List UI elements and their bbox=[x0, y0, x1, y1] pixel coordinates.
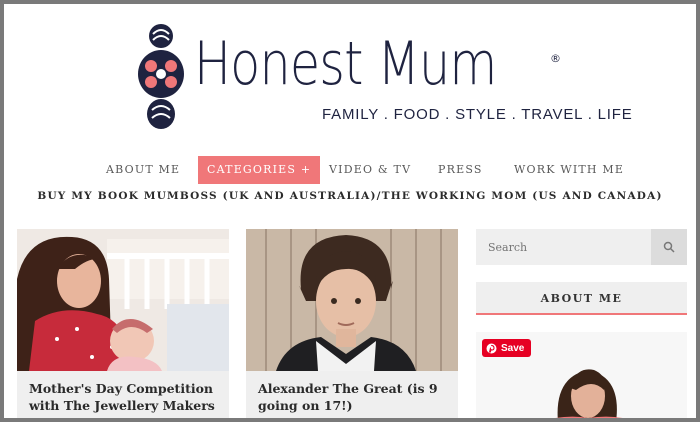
pinterest-icon bbox=[486, 343, 497, 353]
nav-item-categories[interactable]: CATEGORIES + bbox=[198, 156, 321, 184]
post-photo-mother-baby bbox=[17, 229, 229, 371]
nav-item-about-me[interactable]: ABOUT ME bbox=[106, 156, 180, 184]
post-image[interactable] bbox=[17, 229, 229, 371]
search-icon bbox=[663, 241, 675, 253]
nav-item-work-with-me[interactable]: WORK WITH ME bbox=[514, 156, 624, 184]
search-input[interactable] bbox=[476, 229, 651, 265]
post-title-box: Alexander The Great (is 9 going on 17!) bbox=[246, 371, 458, 418]
search-button[interactable] bbox=[651, 229, 687, 265]
site-logo[interactable]: Honest Mum ® FAMILY . FOOD . STYLE . TRA… bbox=[136, 22, 632, 132]
page: Honest Mum ® FAMILY . FOOD . STYLE . TRA… bbox=[4, 4, 696, 418]
logo-title: Honest Mum bbox=[194, 29, 497, 99]
registered-mark: ® bbox=[550, 52, 561, 65]
post-card[interactable]: Mother's Day Competition with The Jewell… bbox=[17, 229, 229, 418]
nav-item-press[interactable]: PRESS bbox=[438, 156, 483, 184]
post-title[interactable]: Mother's Day Competition with The Jewell… bbox=[29, 380, 217, 414]
post-title[interactable]: Alexander The Great (is 9 going on 17!) bbox=[258, 380, 446, 414]
post-title-box: Mother's Day Competition with The Jewell… bbox=[17, 371, 229, 418]
main-nav: ABOUT ME CATEGORIES + VIDEO & TV PRESS W… bbox=[4, 156, 696, 184]
search-box bbox=[476, 229, 687, 265]
logo-mark-icon bbox=[138, 24, 184, 129]
about-me-image: Save bbox=[476, 332, 687, 418]
nav-item-video-tv[interactable]: VIDEO & TV bbox=[329, 156, 411, 184]
post-photo-boy bbox=[246, 229, 458, 371]
post-card[interactable]: Alexander The Great (is 9 going on 17!) bbox=[246, 229, 458, 418]
pinterest-save-button[interactable]: Save bbox=[482, 339, 532, 357]
post-image[interactable] bbox=[246, 229, 458, 371]
about-me-heading: ABOUT ME bbox=[476, 282, 687, 315]
save-label: Save bbox=[501, 342, 525, 354]
logo-tagline: FAMILY . FOOD . STYLE . TRAVEL . LIFE bbox=[322, 106, 633, 123]
buy-book-link[interactable]: BUY MY BOOK MUMBOSS (UK AND AUSTRALIA)/T… bbox=[4, 190, 696, 202]
